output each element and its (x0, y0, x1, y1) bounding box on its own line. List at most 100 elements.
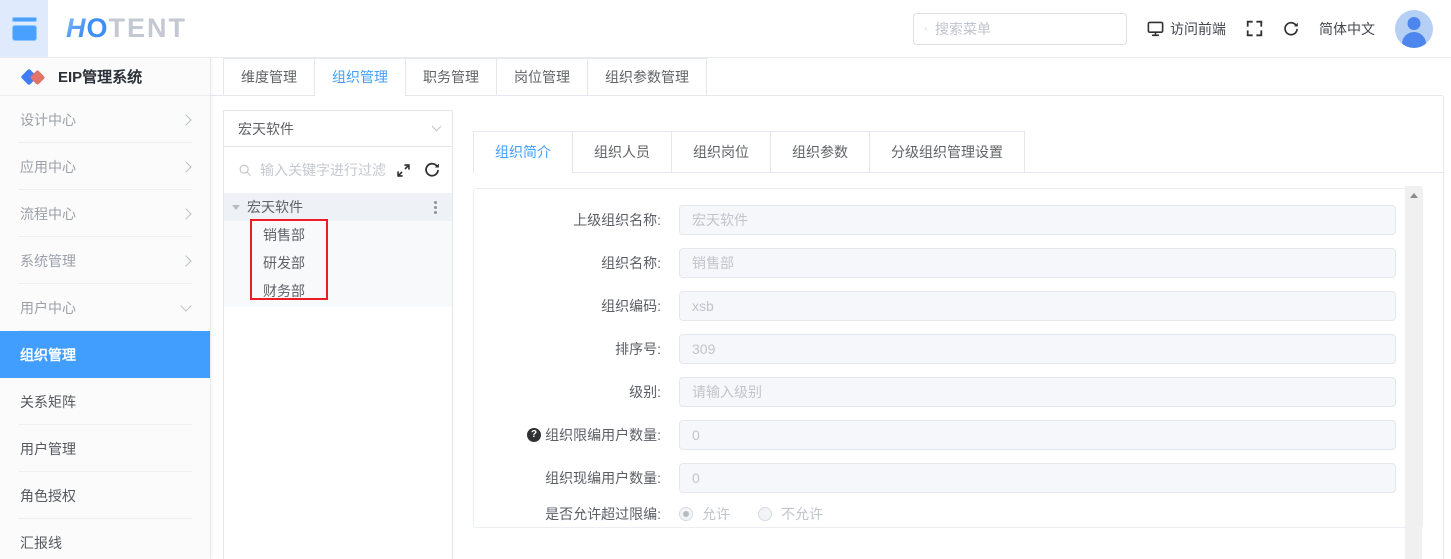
allow-exceed-radio-group: 允许 不允许 (679, 504, 823, 524)
tab-hierarchical-org-settings[interactable]: 分级组织管理设置 (869, 131, 1025, 172)
tab-org-profile[interactable]: 组织简介 (473, 131, 572, 172)
form-row-org-code: 组织编码: (474, 284, 1396, 327)
tab-org-mgmt[interactable]: 组织管理 (314, 58, 405, 95)
chevron-right-icon (180, 161, 191, 172)
collapse-menu-button[interactable] (0, 0, 48, 57)
sidebar-item-user-center[interactable]: 用户中心 (0, 284, 210, 331)
sidebar-item-label: 角色授权 (20, 486, 76, 506)
expand-all-icon[interactable] (396, 163, 411, 178)
sidebar-item-label: 关系矩阵 (20, 392, 76, 412)
tree-root-label: 宏天软件 (247, 197, 303, 217)
radio-icon (758, 507, 772, 521)
org-tree-panel: 宏天软件 宏天软件 销售部 研发部 财务部 (223, 110, 453, 559)
tab-dimension-mgmt[interactable]: 维度管理 (223, 58, 314, 95)
menu-search-box[interactable] (913, 13, 1127, 45)
tab-org-param-mgmt[interactable]: 组织参数管理 (587, 58, 707, 95)
scroll-up-arrow[interactable] (1410, 193, 1418, 198)
form-row-current-users: 组织现编用户数量: (474, 456, 1396, 499)
visit-frontend-label: 访问前端 (1170, 19, 1226, 39)
hamburger-icon (12, 17, 37, 22)
form-row-sort-no: 排序号: (474, 327, 1396, 370)
logo-rest: TENT (109, 13, 188, 44)
hamburger-icon (12, 25, 37, 41)
chevron-down-icon (180, 300, 191, 311)
module-tabstrip: 维度管理 组织管理 职务管理 岗位管理 组织参数管理 (211, 58, 1443, 96)
form-row-level: 级别: (474, 370, 1396, 413)
org-name-input[interactable] (679, 248, 1396, 278)
tree-node-sales-dept[interactable]: 销售部 (224, 221, 452, 249)
radio-disallow[interactable]: 不允许 (758, 504, 823, 524)
sidebar-item-design-center[interactable]: 设计中心 (0, 96, 210, 143)
field-label: 级别: (474, 382, 661, 402)
field-label-text: 组织限编用户数量: (545, 425, 661, 445)
logo-o: O (87, 13, 109, 44)
sort-number-input[interactable] (679, 334, 1396, 364)
sidebar-item-system-mgmt[interactable]: 系统管理 (0, 237, 210, 284)
sidebar-item-label: 流程中心 (20, 204, 76, 224)
tab-org-members[interactable]: 组织人员 (572, 131, 671, 172)
detail-tabstrip: 组织简介 组织人员 组织岗位 组织参数 分级组织管理设置 (473, 131, 1443, 173)
field-label: 排序号: (474, 339, 661, 359)
form-row-allow-exceed: 是否允许超过限编: 允许 不允许 (474, 499, 1396, 529)
chevron-right-icon (180, 255, 191, 266)
tree-toolbar (396, 162, 440, 178)
sidebar-item-relation-matrix[interactable]: 关系矩阵 (0, 378, 210, 425)
org-profile-form: 上级组织名称: 组织名称: 组织编码: 排序号: 级别: ? 组织限编用户数量: (473, 188, 1423, 528)
app-root: HOTENT 访问前端 简体中文 (0, 0, 1451, 559)
logo-h: H (66, 13, 87, 44)
sidebar-item-report-line[interactable]: 汇报线 (0, 519, 210, 559)
radio-allow[interactable]: 允许 (679, 504, 730, 524)
sidebar-item-role-auth[interactable]: 角色授权 (0, 472, 210, 519)
tree-node-root[interactable]: 宏天软件 (224, 193, 452, 221)
tab-position-mgmt[interactable]: 职务管理 (405, 58, 496, 95)
sidebar-title: EIP管理系统 (58, 66, 142, 87)
help-icon[interactable]: ? (527, 428, 541, 442)
node-menu-kebab-icon[interactable] (431, 198, 440, 217)
refresh-tree-icon[interactable] (424, 162, 440, 178)
menu-search-input[interactable] (935, 21, 1116, 37)
level-input[interactable] (679, 377, 1396, 407)
org-code-input[interactable] (679, 291, 1396, 321)
visit-frontend-button[interactable]: 访问前端 (1147, 19, 1226, 39)
sidebar-item-label: 汇报线 (20, 533, 62, 553)
sidebar-menu: 设计中心 应用中心 流程中心 系统管理 用户中心 组织管理 关系矩阵 用户管理 (0, 96, 210, 559)
eip-diamond-icon (22, 69, 48, 85)
sidebar-item-label: 设计中心 (20, 110, 76, 130)
tab-org-params[interactable]: 组织参数 (770, 131, 869, 172)
field-label: 是否允许超过限编: (474, 504, 661, 524)
tree-filter-input[interactable] (260, 162, 388, 178)
sidebar-item-user-mgmt[interactable]: 用户管理 (0, 425, 210, 472)
parent-org-name-input[interactable] (679, 205, 1396, 235)
form-row-parent-org: 上级组织名称: (474, 198, 1396, 241)
tab-post-mgmt[interactable]: 岗位管理 (496, 58, 587, 95)
sidebar: EIP管理系统 设计中心 应用中心 流程中心 系统管理 用户中心 组织管理 关系… (0, 58, 211, 559)
vertical-scrollbar[interactable] (1405, 186, 1422, 559)
language-switcher[interactable]: 简体中文 (1319, 19, 1375, 39)
chevron-right-icon (180, 114, 191, 125)
user-avatar[interactable] (1395, 10, 1433, 48)
org-limit-user-count-input[interactable] (679, 420, 1396, 450)
fullscreen-icon[interactable] (1246, 20, 1263, 37)
dimension-select[interactable]: 宏天软件 (224, 111, 452, 147)
tab-org-posts[interactable]: 组织岗位 (671, 131, 770, 172)
header: HOTENT 访问前端 简体中文 (0, 0, 1451, 58)
sidebar-item-label: 用户管理 (20, 439, 76, 459)
sidebar-item-label: 系统管理 (20, 251, 76, 271)
sidebar-item-label: 应用中心 (20, 157, 76, 177)
tree-node-rnd-dept[interactable]: 研发部 (224, 249, 452, 277)
sidebar-item-process-center[interactable]: 流程中心 (0, 190, 210, 237)
sidebar-item-org-mgmt[interactable]: 组织管理 (0, 331, 210, 378)
avatar-person-icon (1402, 32, 1426, 48)
refresh-icon[interactable] (1283, 21, 1299, 37)
field-label: 组织名称: (474, 253, 661, 273)
content-right-border (1443, 96, 1444, 559)
tree-node-finance-dept[interactable]: 财务部 (224, 277, 452, 305)
search-icon (924, 22, 928, 36)
chevron-down-icon (432, 122, 442, 132)
sidebar-item-app-center[interactable]: 应用中心 (0, 143, 210, 190)
chevron-right-icon (180, 208, 191, 219)
sidebar-brand: EIP管理系统 (0, 58, 210, 96)
radio-label: 允许 (702, 504, 730, 524)
form-row-limit-users: ? 组织限编用户数量: (474, 413, 1396, 456)
org-current-user-count-input[interactable] (679, 463, 1396, 493)
